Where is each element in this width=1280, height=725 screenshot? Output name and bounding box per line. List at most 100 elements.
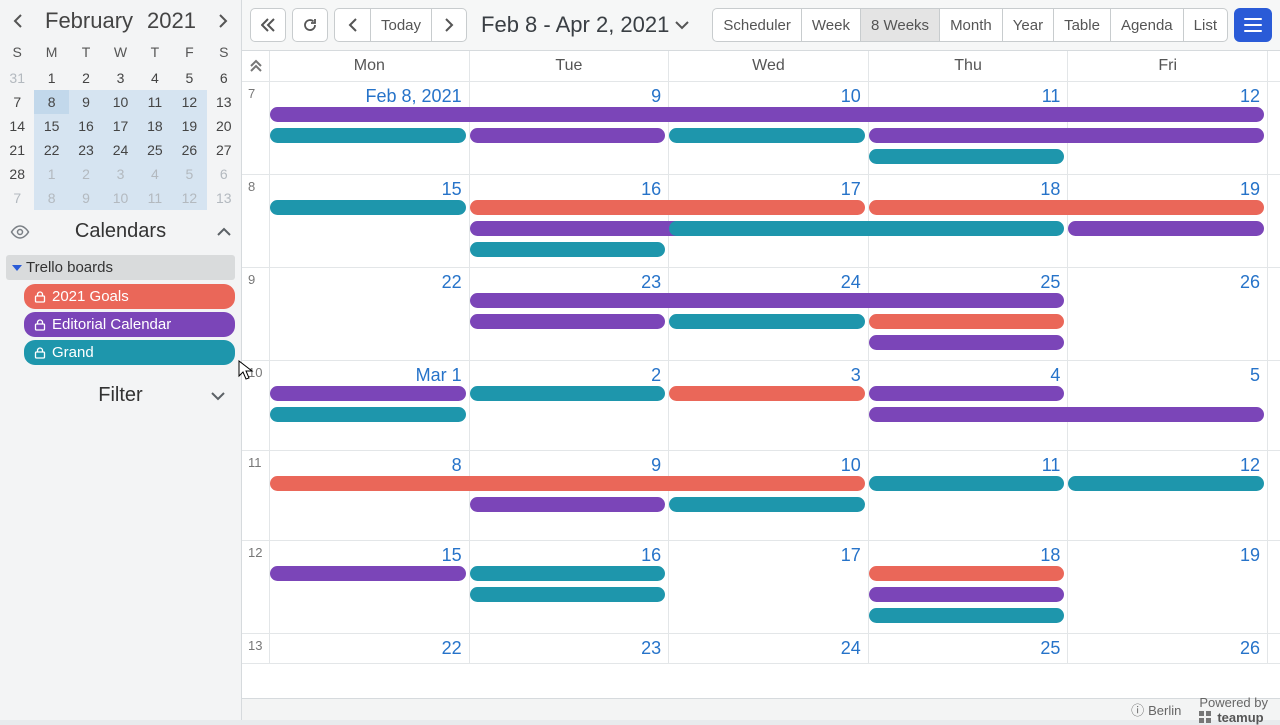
teamup-brand[interactable]: teamup (1199, 710, 1268, 725)
mini-day[interactable]: 1 (34, 162, 68, 186)
mini-day[interactable]: 13 (207, 90, 241, 114)
calendar-item[interactable]: Grand (24, 340, 235, 365)
nav-next-button[interactable] (431, 8, 467, 42)
event-bar[interactable] (669, 497, 865, 512)
view-scheduler[interactable]: Scheduler (712, 8, 801, 42)
mini-day[interactable]: 10 (103, 186, 137, 210)
event-bar[interactable] (1068, 476, 1264, 491)
mini-day[interactable]: 15 (34, 114, 68, 138)
calendars-section[interactable]: Calendars (0, 210, 241, 251)
mini-day[interactable]: 2 (69, 162, 103, 186)
event-bar[interactable] (270, 107, 1264, 122)
mini-day[interactable]: 3 (103, 162, 137, 186)
mini-day[interactable]: 8 (34, 90, 68, 114)
calendar-group-trello[interactable]: Trello boards (6, 255, 235, 280)
event-bar[interactable] (1068, 221, 1264, 236)
mini-cal-title[interactable]: February2021 (45, 8, 196, 34)
view-8weeks[interactable]: 8 Weeks (860, 8, 939, 42)
mini-day[interactable]: 4 (138, 66, 172, 90)
event-bar[interactable] (869, 335, 1065, 350)
event-bar[interactable] (270, 407, 466, 422)
mini-day[interactable]: 31 (0, 66, 34, 90)
calendar-item[interactable]: Editorial Calendar (24, 312, 235, 337)
mini-day[interactable]: 7 (0, 186, 34, 210)
mini-day[interactable]: 13 (207, 186, 241, 210)
event-bar[interactable] (869, 608, 1065, 623)
refresh-button[interactable] (292, 8, 328, 42)
mini-day[interactable]: 21 (0, 138, 34, 162)
mini-day[interactable]: 14 (0, 114, 34, 138)
event-bar[interactable] (869, 407, 1264, 422)
mini-day[interactable]: 10 (103, 90, 137, 114)
mini-day[interactable]: 27 (207, 138, 241, 162)
event-bar[interactable] (869, 566, 1065, 581)
timezone-label[interactable]: Berlin (1131, 700, 1181, 719)
collapse-rows-icon[interactable] (242, 51, 270, 81)
mini-day[interactable]: 17 (103, 114, 137, 138)
mini-day[interactable]: 28 (0, 162, 34, 186)
event-bar[interactable] (470, 314, 666, 329)
calendar-item[interactable]: 2021 Goals (24, 284, 235, 309)
mini-day[interactable]: 16 (69, 114, 103, 138)
mini-day[interactable]: 5 (172, 162, 206, 186)
mini-day[interactable]: 8 (34, 186, 68, 210)
mini-day[interactable]: 12 (172, 186, 206, 210)
mini-day[interactable]: 2 (69, 66, 103, 90)
event-bar[interactable] (470, 200, 865, 215)
event-bar[interactable] (869, 314, 1065, 329)
mini-next-month[interactable] (211, 9, 235, 33)
menu-button[interactable] (1234, 8, 1272, 42)
mini-day[interactable]: 9 (69, 186, 103, 210)
view-list[interactable]: List (1183, 8, 1228, 42)
mini-day[interactable]: 3 (103, 66, 137, 90)
mini-prev-month[interactable] (6, 9, 30, 33)
event-bar[interactable] (470, 128, 666, 143)
event-bar[interactable] (869, 128, 1264, 143)
mini-day[interactable]: 24 (103, 138, 137, 162)
mini-day[interactable]: 11 (138, 186, 172, 210)
event-bar[interactable] (470, 242, 666, 257)
mini-day[interactable]: 6 (207, 66, 241, 90)
mini-day[interactable]: 26 (172, 138, 206, 162)
mini-day[interactable]: 25 (138, 138, 172, 162)
event-bar[interactable] (669, 386, 865, 401)
mini-day[interactable]: 5 (172, 66, 206, 90)
event-bar[interactable] (669, 128, 865, 143)
mini-day[interactable]: 22 (34, 138, 68, 162)
mini-day[interactable]: 9 (69, 90, 103, 114)
mini-day[interactable]: 20 (207, 114, 241, 138)
mini-day[interactable]: 11 (138, 90, 172, 114)
mini-day[interactable]: 6 (207, 162, 241, 186)
event-bar[interactable] (869, 386, 1065, 401)
event-bar[interactable] (470, 293, 1065, 308)
view-week[interactable]: Week (801, 8, 860, 42)
mini-day[interactable]: 19 (172, 114, 206, 138)
mini-day[interactable]: 7 (0, 90, 34, 114)
event-bar[interactable] (470, 587, 666, 602)
event-bar[interactable] (669, 314, 865, 329)
event-bar[interactable] (869, 149, 1065, 164)
event-bar[interactable] (470, 386, 666, 401)
event-bar[interactable] (270, 566, 466, 581)
mini-day[interactable]: 23 (69, 138, 103, 162)
view-table[interactable]: Table (1053, 8, 1110, 42)
today-button[interactable]: Today (370, 8, 431, 42)
view-month[interactable]: Month (939, 8, 1002, 42)
event-bar[interactable] (270, 386, 466, 401)
event-bar[interactable] (669, 221, 1064, 236)
event-bar[interactable] (869, 476, 1065, 491)
mini-day[interactable]: 12 (172, 90, 206, 114)
view-agenda[interactable]: Agenda (1110, 8, 1183, 42)
date-range-picker[interactable]: Feb 8 - Apr 2, 2021 (473, 12, 697, 38)
nav-prev-button[interactable] (334, 8, 370, 42)
event-bar[interactable] (470, 566, 666, 581)
view-year[interactable]: Year (1002, 8, 1053, 42)
visibility-icon[interactable] (10, 225, 30, 239)
event-bar[interactable] (869, 587, 1065, 602)
event-bar[interactable] (470, 497, 666, 512)
event-bar[interactable] (270, 128, 466, 143)
event-bar[interactable] (270, 200, 466, 215)
mini-day[interactable]: 4 (138, 162, 172, 186)
event-bar[interactable] (270, 476, 865, 491)
collapse-sidebar-button[interactable] (250, 8, 286, 42)
